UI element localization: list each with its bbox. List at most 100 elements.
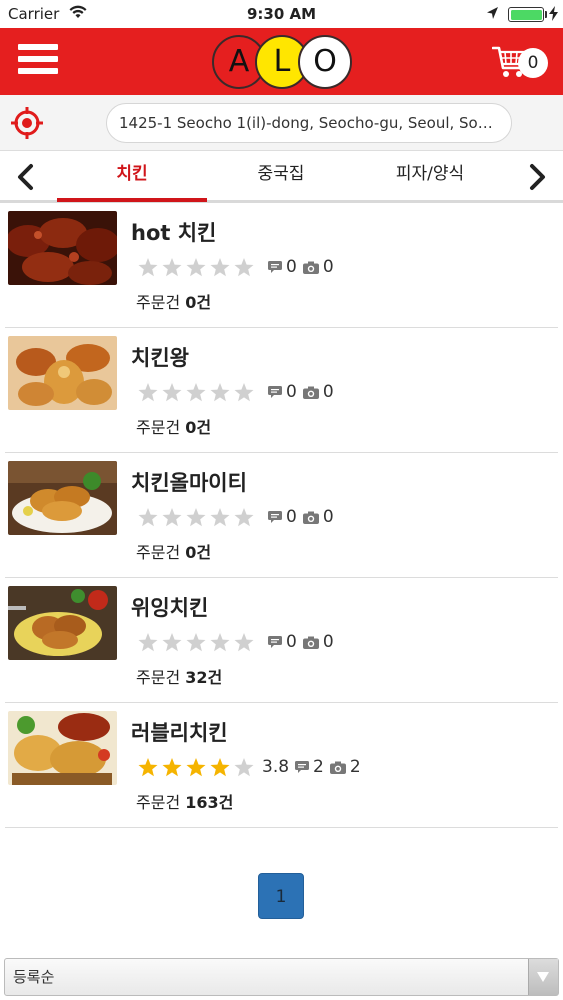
camera-icon bbox=[302, 386, 319, 399]
location-bar: 1425-1 Seocho 1(il)-dong, Seocho-gu, Seo… bbox=[0, 95, 563, 151]
photo-count: 0 bbox=[322, 632, 334, 652]
category-tabs: 치킨 중국집 피자/양식 bbox=[0, 151, 563, 203]
charging-icon bbox=[549, 6, 558, 25]
alo-logo[interactable]: A L O bbox=[212, 35, 352, 89]
order-count: 주문건 163건 bbox=[136, 789, 233, 813]
star-icon bbox=[210, 258, 230, 277]
order-label: 주문건 bbox=[136, 543, 181, 562]
restaurant-photo bbox=[8, 336, 117, 410]
restaurant-name[interactable]: 러블리치킨 bbox=[131, 717, 228, 747]
star-icon bbox=[162, 383, 182, 402]
review-icon bbox=[268, 511, 282, 523]
restaurant-photo bbox=[8, 711, 117, 785]
current-location-icon[interactable] bbox=[10, 106, 44, 144]
review-count: 0 bbox=[286, 257, 297, 277]
order-label: 주문건 bbox=[136, 668, 181, 687]
restaurant-photo bbox=[8, 211, 117, 285]
star-icon bbox=[234, 508, 254, 527]
star-icon bbox=[186, 508, 206, 527]
review-icon bbox=[268, 261, 282, 273]
rating-value: 3.8 bbox=[262, 757, 290, 777]
star-icon bbox=[186, 633, 206, 652]
camera-icon bbox=[302, 636, 319, 649]
rating-row: 0 0 bbox=[136, 381, 340, 403]
restaurant-photo bbox=[8, 586, 117, 660]
restaurant-list: hot 치킨 0 0 주문건 0건 치킨왕 0 0 주문건 0건 치킨올마이티 … bbox=[0, 203, 563, 828]
restaurant-name[interactable]: hot 치킨 bbox=[131, 217, 216, 247]
star-icon bbox=[234, 383, 254, 402]
rating-stars bbox=[136, 631, 256, 653]
tab-chicken[interactable]: 치킨 bbox=[57, 151, 207, 202]
status-bar: Carrier 9:30 AM bbox=[0, 0, 563, 28]
restaurant-row[interactable]: 치킨왕 0 0 주문건 0건 bbox=[5, 328, 558, 453]
battery-icon bbox=[508, 7, 544, 22]
review-count: 0 bbox=[286, 382, 297, 402]
review-icon bbox=[268, 636, 282, 648]
order-value: 32건 bbox=[185, 668, 223, 687]
order-value: 163건 bbox=[185, 793, 234, 812]
star-icon bbox=[186, 383, 206, 402]
star-icon bbox=[186, 758, 206, 777]
restaurant-name[interactable]: 치킨왕 bbox=[131, 342, 189, 372]
order-label: 주문건 bbox=[136, 793, 181, 812]
tab-chinese[interactable]: 중국집 bbox=[207, 151, 355, 200]
page-button-1[interactable]: 1 bbox=[258, 873, 304, 919]
camera-icon bbox=[302, 261, 319, 274]
star-icon bbox=[138, 258, 158, 277]
logo-letter-o: O bbox=[298, 35, 352, 89]
tab-pizza-western[interactable]: 피자/양식 bbox=[355, 151, 505, 200]
star-icon bbox=[210, 633, 230, 652]
star-icon bbox=[234, 258, 254, 277]
restaurant-row[interactable]: 러블리치킨 3.8 2 2 주문건 163건 bbox=[5, 703, 558, 828]
rating-stars bbox=[136, 381, 256, 403]
rating-stars bbox=[136, 256, 256, 278]
rating-stars bbox=[136, 506, 256, 528]
star-icon bbox=[162, 508, 182, 527]
chevron-left-icon[interactable] bbox=[14, 163, 36, 195]
star-icon bbox=[162, 758, 182, 777]
triangle-down-icon bbox=[537, 972, 549, 982]
address-field[interactable]: 1425-1 Seocho 1(il)-dong, Seocho-gu, Seo… bbox=[106, 103, 512, 143]
order-label: 주문건 bbox=[136, 293, 181, 312]
review-icon bbox=[268, 386, 282, 398]
order-value: 0건 bbox=[185, 293, 212, 312]
review-count: 0 bbox=[286, 507, 297, 527]
chevron-right-icon[interactable] bbox=[527, 163, 549, 195]
rating-stars bbox=[136, 756, 256, 778]
photo-count: 0 bbox=[322, 257, 334, 277]
sort-dropdown-button[interactable] bbox=[528, 959, 558, 995]
star-icon bbox=[138, 508, 158, 527]
order-count: 주문건 32건 bbox=[136, 664, 222, 688]
star-icon bbox=[234, 758, 254, 777]
rating-row: 0 0 bbox=[136, 256, 340, 278]
sort-select[interactable]: 등록순 bbox=[4, 958, 559, 996]
restaurant-name[interactable]: 치킨올마이티 bbox=[131, 467, 247, 497]
star-icon bbox=[210, 383, 230, 402]
location-arrow-icon bbox=[486, 6, 499, 25]
restaurant-row[interactable]: 치킨올마이티 0 0 주문건 0건 bbox=[5, 453, 558, 578]
clock: 9:30 AM bbox=[246, 5, 317, 23]
restaurant-photo bbox=[8, 461, 117, 535]
restaurant-row[interactable]: 위잉치킨 0 0 주문건 32건 bbox=[5, 578, 558, 703]
rating-row: 0 0 bbox=[136, 631, 340, 653]
restaurant-row[interactable]: hot 치킨 0 0 주문건 0건 bbox=[5, 203, 558, 328]
order-value: 0건 bbox=[185, 418, 212, 437]
star-icon bbox=[210, 508, 230, 527]
camera-icon bbox=[329, 761, 346, 774]
star-icon bbox=[234, 633, 254, 652]
star-icon bbox=[138, 383, 158, 402]
sort-selected-label: 등록순 bbox=[13, 968, 55, 986]
photo-count: 0 bbox=[322, 507, 334, 527]
star-icon bbox=[138, 758, 158, 777]
rating-row: 0 0 bbox=[136, 506, 340, 528]
hamburger-menu-icon[interactable] bbox=[18, 44, 58, 78]
review-icon bbox=[295, 761, 310, 773]
star-icon bbox=[210, 758, 230, 777]
battery-tip bbox=[545, 11, 547, 18]
photo-count: 2 bbox=[349, 757, 361, 777]
order-label: 주문건 bbox=[136, 418, 181, 437]
cart-count-badge[interactable]: 0 bbox=[518, 48, 548, 78]
order-value: 0건 bbox=[185, 543, 212, 562]
restaurant-name[interactable]: 위잉치킨 bbox=[131, 592, 208, 622]
star-icon bbox=[138, 633, 158, 652]
